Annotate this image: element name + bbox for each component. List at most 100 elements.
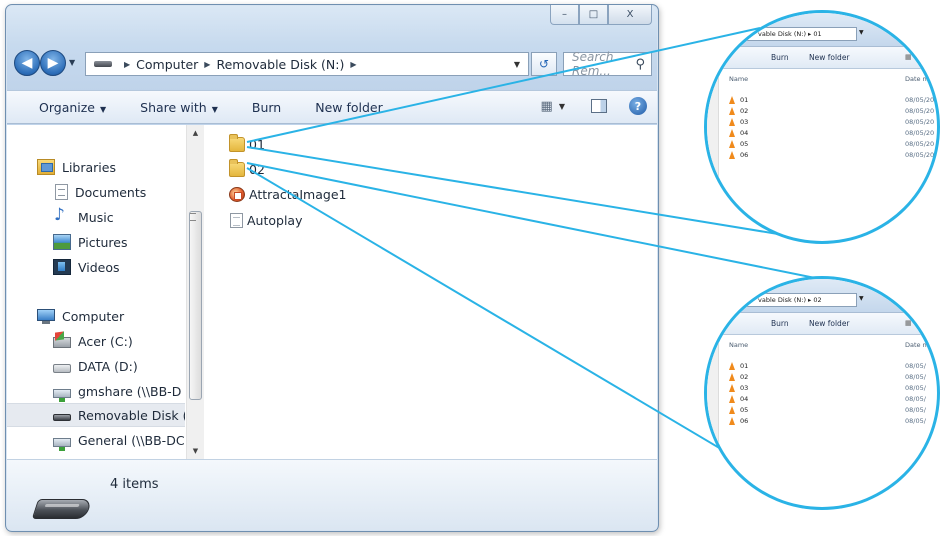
zoom-name-header: Name [729,341,749,349]
scroll-down-arrow-icon[interactable]: ▼ [187,443,204,459]
close-button[interactable]: X [608,5,652,25]
view-options-dropdown[interactable]: ▼ [559,102,565,111]
search-icon[interactable]: ⚲ [635,57,645,72]
breadcrumb-separator-icon[interactable]: ▶ [350,60,356,69]
scroll-thumb[interactable] [189,211,202,400]
libraries-icon [37,159,55,175]
arrow-right-icon: ▶ [47,55,59,71]
zoom-row: 04 08/05/ [729,394,937,405]
zoom-row: 01 08/05/20 [729,95,937,106]
file-item-autoplay[interactable]: Autoplay [229,209,303,231]
zoom-burn-label: Burn [771,319,789,328]
change-view-icon[interactable]: ▦ [541,99,553,114]
folder-icon [229,158,245,177]
scroll-up-arrow-icon[interactable]: ▲ [187,125,204,141]
computer-icon [37,309,55,324]
navigation-pane: Libraries Documents Music Pictures Video… [7,125,185,459]
search-input[interactable]: Search Rem... ⚲ [563,50,652,78]
documents-icon [55,184,68,200]
nav-item-acer-c[interactable]: Acer (C:) [7,329,185,353]
zoom-address-bar: vable Disk (N:) ▸ 02 ▼ [707,279,937,313]
address-bar[interactable]: ▶ Computer ▶ Removable Disk (N:) ▶ ▼ [85,52,529,76]
network-drive-icon [53,388,71,402]
application-icon [229,186,245,202]
command-bar: Organize ▼ Share with ▼ Burn New folder ▦ … [7,90,657,124]
toolbar-right-group: ▦ ▼ ? [541,97,647,115]
zoom-toolbar: Burn New folder ▦ ▾ [707,313,937,335]
help-icon[interactable]: ? [629,97,647,115]
removable-disk-icon [94,61,112,67]
vlc-cone-icon [729,395,735,403]
vlc-cone-icon [729,362,735,370]
zoom-name-header: Name [729,75,749,83]
chevron-down-icon: ▼ [100,104,107,114]
navigation-pane-scrollbar[interactable]: ▲ ▼ [186,125,204,459]
vlc-cone-icon [729,417,735,425]
nav-item-removable-disk[interactable]: Removable Disk ( [7,403,185,427]
organize-menu[interactable]: Organize ▼ [39,100,106,115]
nav-item-gmshare[interactable]: gmshare (\\BB-D [7,379,185,403]
zoom-view-folder-02: vable Disk (N:) ▸ 02 ▼ Burn New folder ▦… [704,276,940,510]
nav-item-libraries[interactable]: Libraries [7,155,185,179]
item-count: 4 items [110,477,159,492]
back-button[interactable]: ◀ [14,50,40,76]
zoom-row: 02 08/05/ [729,372,937,383]
hard-drive-icon [53,363,71,373]
zoom-row: 04 08/05/20 [729,128,937,139]
caption-buttons: – □ X [550,5,652,25]
nav-item-data-d[interactable]: DATA (D:) [7,354,185,378]
nav-item-general[interactable]: General (\\BB-DC [7,428,185,452]
chevron-down-icon: ▼ [211,104,218,114]
zoom-row: 02 08/05/20 [729,106,937,117]
text-file-icon [230,212,243,228]
arrow-left-icon: ◀ [21,55,33,71]
zoom-date-header: Date m [905,75,929,83]
zoom-row: 03 08/05/ [729,383,937,394]
details-pane: 4 items [7,459,657,530]
content-area: Libraries Documents Music Pictures Video… [7,125,657,459]
zoom-address-text: vable Disk (N:) ▸ 02 [727,293,857,307]
zoom-view-folder-01: vable Disk (N:) ▸ 01 ▼ Burn New folder ▦… [704,10,940,244]
nav-item-computer[interactable]: Computer [7,304,185,328]
removable-disk-large-icon [31,499,93,519]
file-item-folder-02[interactable]: 02 [229,158,265,180]
refresh-icon: ↺ [538,57,550,71]
folder-icon [229,133,245,152]
zoom-row: 01 08/05/ [729,361,937,372]
new-folder-button[interactable]: New folder [315,100,383,115]
recent-pages-dropdown[interactable]: ▼ [69,58,75,67]
breadcrumb-computer[interactable]: Computer [136,57,198,72]
file-item-attractaimage1[interactable]: AttractaImage1 [229,183,346,205]
breadcrumb-removable-disk[interactable]: Removable Disk (N:) [216,57,344,72]
breadcrumb-separator-icon[interactable]: ▶ [204,60,210,69]
forward-button[interactable]: ▶ [40,50,66,76]
zoom-nav-pane-edge [707,69,719,241]
zoom-date-header: Date m [905,341,929,349]
network-drive-icon [53,437,71,451]
share-with-menu[interactable]: Share with ▼ [140,100,218,115]
nav-item-documents[interactable]: Documents [7,180,185,204]
zoom-row: 05 08/05/20 [729,139,937,150]
nav-item-music[interactable]: Music [7,205,185,229]
os-drive-icon [53,337,71,348]
preview-pane-icon[interactable] [591,99,607,113]
refresh-button[interactable]: ↺ [531,52,557,76]
file-list: 01 02 AttractaImage1 Autoplay [205,125,657,459]
breadcrumb-separator-icon[interactable]: ▶ [124,60,130,69]
vlc-cone-icon [729,118,735,126]
zoom-row: 06 08/05/20 [729,150,937,161]
file-item-folder-01[interactable]: 01 [229,133,265,155]
zoom-new-folder-label: New folder [809,319,850,328]
burn-button[interactable]: Burn [252,100,281,115]
explorer-window: – □ X ◀ ▶ ▼ ▶ Computer ▶ Removable Disk … [5,4,659,532]
nav-item-videos[interactable]: Videos [7,255,185,279]
zoom-burn-label: Burn [771,53,789,62]
maximize-button[interactable]: □ [579,5,608,25]
change-view-icon: ▦ ▾ [905,319,918,327]
nav-item-pictures[interactable]: Pictures [7,230,185,254]
address-history-dropdown[interactable]: ▼ [506,60,528,69]
removable-disk-icon [53,413,71,421]
vlc-cone-icon [729,406,735,414]
minimize-button[interactable]: – [550,5,579,25]
change-view-icon: ▦ ▾ [905,53,918,61]
